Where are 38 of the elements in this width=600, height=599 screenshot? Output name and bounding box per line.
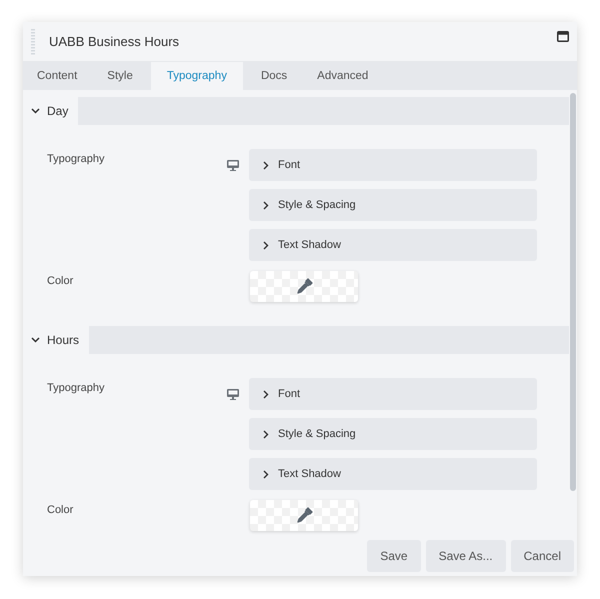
chevron-icon	[263, 200, 269, 210]
tab[interactable]: Style	[95, 62, 145, 90]
eyedropper-icon	[295, 278, 313, 296]
tab[interactable]: Advanced	[305, 62, 380, 90]
chevron-icon	[263, 160, 269, 170]
color-picker[interactable]	[250, 500, 358, 531]
tab[interactable]: Content	[25, 62, 90, 90]
chevron-icon	[31, 337, 40, 343]
window-title: UABB Business Hours	[49, 34, 180, 49]
field-label: Color	[47, 274, 74, 287]
collapsible-group[interactable]: Font	[249, 378, 537, 410]
desktop-icon[interactable]	[227, 160, 239, 171]
desktop-icon[interactable]	[227, 389, 239, 400]
color-picker[interactable]	[250, 271, 358, 302]
footer-button[interactable]: Save As...	[426, 540, 506, 572]
collapsible-group[interactable]: Text Shadow	[249, 229, 537, 261]
collapsible-group[interactable]: Style & Spacing	[249, 189, 537, 221]
chevron-icon	[263, 240, 269, 250]
tab[interactable]: Typography	[150, 62, 243, 90]
tab[interactable]: Docs	[248, 62, 300, 90]
collapsible-group[interactable]: Text Shadow	[249, 458, 537, 490]
section-header[interactable]: Hours	[23, 326, 90, 354]
section-header[interactable]: Day	[23, 97, 78, 125]
field-label: Typography	[47, 152, 106, 165]
eyedropper-icon	[295, 506, 313, 524]
field-label: Typography	[47, 381, 106, 394]
collapsible-group[interactable]: Font	[249, 149, 537, 181]
footer-button[interactable]: Cancel	[510, 540, 574, 572]
collapsible-group[interactable]: Style & Spacing	[249, 418, 537, 450]
chevron-icon	[263, 430, 269, 438]
maximize-icon[interactable]	[557, 31, 569, 42]
chevron-icon	[263, 470, 269, 478]
scrollbar-thumb[interactable]	[570, 93, 576, 491]
chevron-icon	[263, 390, 269, 398]
drag-handle-icon[interactable]	[31, 28, 35, 54]
footer-button[interactable]: Save	[367, 540, 421, 572]
chevron-icon	[31, 108, 40, 114]
field-label: Color	[47, 503, 74, 516]
